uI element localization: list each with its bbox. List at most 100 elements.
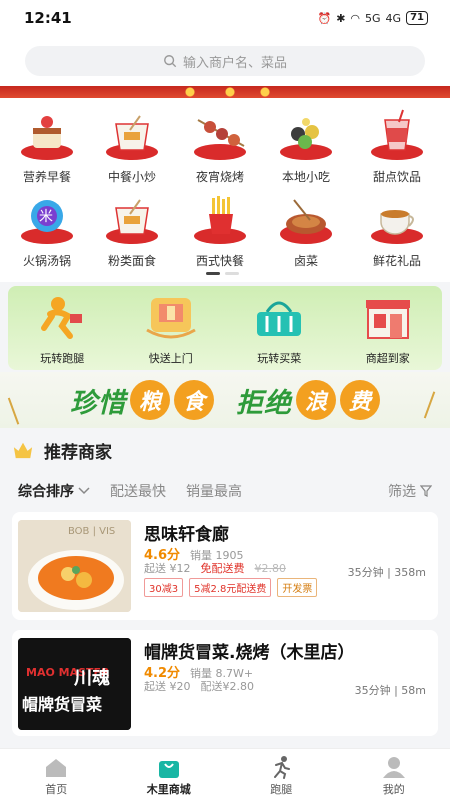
merchant-image-text: BOB | VIS [68,526,115,537]
pager-dot-active [206,272,220,275]
category-item[interactable]: 营养早餐 [7,106,87,186]
category-item[interactable]: 本地小吃 [266,106,346,186]
merchant-delivery-fee: 配送¥2.80 [200,680,255,693]
logo-text-cn: 川魂 [73,667,110,689]
filter-label: 筛选 [388,484,416,500]
category-label: 夜宵烧烤 [195,170,244,184]
category-item[interactable]: 米 火锅汤锅 [7,190,87,270]
store-icon [358,294,418,342]
merchant-time-distance: 35分钟 | 58m [354,684,426,697]
promo-tag: 5减2.8元配送费 [189,578,272,597]
category-item[interactable]: 粉类面食 [92,190,172,270]
wheat-icon [423,391,450,425]
pager-dot [225,272,239,275]
category-item[interactable]: 中餐小炒 [92,106,172,186]
merchant-name: 帽牌货冒菜.烧烤（木里店） [144,643,355,663]
takeout-box-icon [100,106,164,162]
status-time: 12:41 [24,9,72,27]
nav-errand[interactable]: 跑腿 [225,749,338,800]
status-bar: 12:41 ⏰ ✱ ◠ 5G 4G 71 [0,0,450,36]
nav-label: 首页 [45,783,68,796]
search-placeholder: 输入商户名、菜品 [182,55,287,71]
user-icon [380,755,408,779]
category-label: 西式快餐 [195,254,244,268]
bottom-nav: 首页 木里商城 跑腿 我的 [0,748,450,800]
fries-icon [188,190,252,246]
merchant-image: BOB | VIS [18,520,131,612]
category-item[interactable]: 卤菜 [266,190,346,270]
slogan-char-circle: 粮 [130,380,170,420]
filter-button[interactable]: 筛选 [388,481,432,501]
search-bar: 输入商户名、菜品 [0,36,450,88]
parcel-icon [141,294,201,342]
recommend-header: 推荐商家 [0,430,450,470]
service-item-supermarket[interactable]: 商超到家 [334,286,443,370]
chevron-down-icon [78,487,90,495]
category-label: 卤菜 [293,254,318,268]
wifi-icon: ◠ [350,11,361,25]
category-label: 粉类面食 [107,254,156,268]
festive-banner-strip [0,86,450,98]
sort-active-label: 综合排序 [18,484,74,500]
invoice-tag: 开发票 [277,578,318,597]
snack-icon [274,106,338,162]
wheat-icon [7,391,37,425]
category-item[interactable]: 夜宵烧烤 [180,106,260,186]
category-label: 甜点饮品 [372,170,421,184]
section-title: 推荐商家 [44,442,112,463]
nav-home[interactable]: 首页 [0,749,113,800]
merchant-card[interactable]: BOB | VIS 思味轩食廊 4.6分 销量 1905 起送 ¥12 免配送费… [12,512,438,620]
drink-icon [365,106,429,162]
merchant-time-distance: 35分钟 | 358m [347,566,426,579]
slogan-char-circle: 浪 [296,380,336,420]
nav-label: 我的 [382,783,405,796]
merchant-min-order: 起送 ¥12 [144,562,191,575]
merchant-min-order: 起送 ¥20 [144,680,191,693]
slogan-char-circle: 费 [340,380,380,420]
merchant-card[interactable]: MAO MASTER 川魂 帽牌货冒菜 帽牌货冒菜.烧烤（木里店） 4.2分 销量 … [12,630,438,736]
service-panel: 玩转跑腿 快送上门 玩转买菜 商超到家 [8,286,442,370]
category-label: 本地小吃 [281,170,330,184]
promo-tag: 30减3 [144,578,184,597]
basket-icon [249,294,309,342]
sort-option-sales[interactable]: 销量最高 [186,481,242,501]
service-label: 玩转买菜 [257,352,302,365]
service-item-delivery[interactable]: 快送上门 [117,286,226,370]
service-item-errand[interactable]: 玩转跑腿 [8,286,117,370]
category-grid: 营养早餐 中餐小炒 夜宵烧烤 本地小吃 甜点饮品 米 火锅汤锅 粉类面食 西式快… [0,98,450,282]
nav-label: 跑腿 [270,783,293,796]
sort-dropdown[interactable]: 综合排序 [18,481,90,501]
slogan-banner[interactable]: 珍惜 粮 食 拒绝 浪 费 [0,372,450,428]
nav-label: 木里商城 [146,783,191,796]
category-pager [206,272,239,275]
crown-icon [13,442,33,459]
merchant-tags: 30减3 5减2.8元配送费 开发票 [144,578,318,597]
category-item[interactable]: 西式快餐 [180,190,260,270]
braised-dish-icon [274,190,338,246]
category-label: 鲜花礼品 [372,254,421,268]
category-item[interactable]: 甜点饮品 [357,106,437,186]
service-label: 玩转跑腿 [40,352,85,365]
slogan-group-2: 拒绝 浪 费 [236,380,380,420]
search-icon [164,55,177,68]
merchant-delivery-fee: 免配送费 [200,562,245,575]
category-label: 中餐小炒 [107,170,156,184]
hotpot-icon: 米 [15,190,79,246]
teacup-icon [365,190,429,246]
sort-bar: 综合排序 配送最快 销量最高 筛选 [0,472,450,510]
service-item-grocery[interactable]: 玩转买菜 [225,286,334,370]
logo-text-brand: 帽牌货冒菜 [22,695,102,714]
search-input[interactable]: 输入商户名、菜品 [25,46,425,76]
merchant-original-fee: ¥2.80 [254,562,287,575]
sort-option-fastest[interactable]: 配送最快 [110,481,166,501]
status-icons: ⏰ ✱ ◠ 5G 4G 71 [317,11,428,25]
slogan-char-circle: 食 [174,380,214,420]
cake-icon [15,106,79,162]
nav-mall[interactable]: 木里商城 [113,749,226,800]
merchant-delivery-info: 起送 ¥20 配送¥2.80 [144,678,254,694]
nav-profile[interactable]: 我的 [338,749,450,800]
category-item[interactable]: 鲜花礼品 [357,190,437,270]
bluetooth-icon: ✱ [336,11,346,25]
slogan-group-1: 珍惜 粮 食 [70,380,214,420]
filter-icon [420,485,432,497]
